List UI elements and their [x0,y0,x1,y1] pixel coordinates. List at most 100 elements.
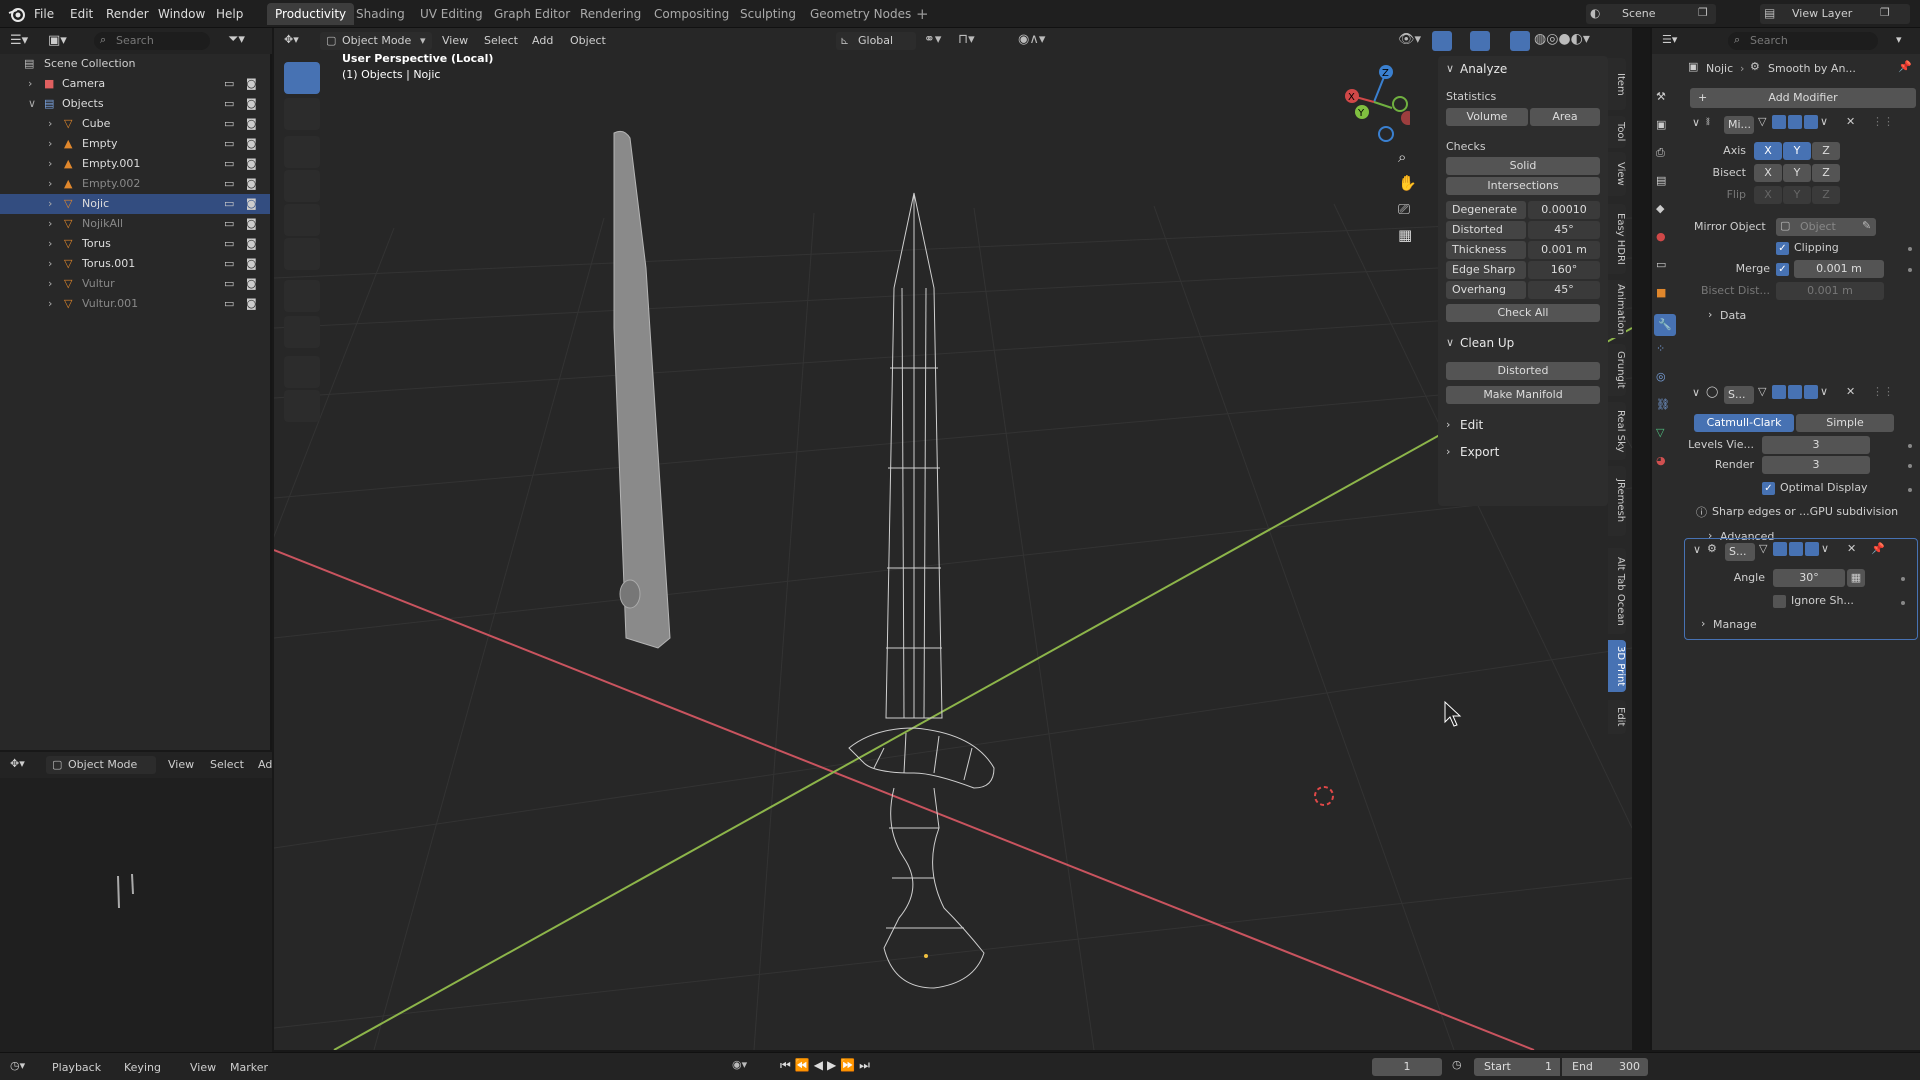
outliner-item[interactable]: › ▲ Empty.002 ▭ ◙ [0,174,270,194]
collapse-chevron-icon[interactable]: ∨ [1692,386,1700,399]
keyframe-dot[interactable] [1908,444,1912,448]
select-tool-icon[interactable] [284,62,320,94]
viewport-toggle-icon[interactable] [1789,542,1803,556]
drag-handle-icon[interactable]: ⋮⋮ [1872,115,1894,128]
visibility-icon[interactable]: ▭ [224,234,234,254]
collapse-chevron-icon[interactable]: ∨ [1692,116,1700,129]
expand-chevron-icon[interactable]: › [48,154,52,174]
export-chevron-icon[interactable]: › [1446,445,1450,458]
outliner-item[interactable]: › ▲ Empty ▭ ◙ [0,134,270,154]
outliner-search-input[interactable]: Search [116,34,154,47]
edit-cage-icon[interactable]: ▽ [1758,385,1766,398]
expand-chevron-icon[interactable]: › [48,194,52,214]
overlay-toggle-icon[interactable] [1470,31,1490,51]
view-layer-selector[interactable]: ▤ View Layer ❐ [1760,4,1910,24]
expand-chevron-icon[interactable]: ∨ [28,94,36,114]
render-toggle-icon[interactable] [1804,385,1818,399]
expand-chevron-icon[interactable]: › [28,74,32,94]
timeline-menu-playback[interactable]: Playback [52,1061,101,1074]
smooth-name-field[interactable]: S... [1725,543,1755,561]
tab-compositing[interactable]: Compositing [646,3,737,25]
ignore-sharpness-checkbox[interactable] [1773,595,1786,608]
modifier-tab-icon[interactable]: 🔧 [1654,314,1676,336]
render-visibility-icon[interactable]: ◙ [246,294,257,314]
expand-chevron-icon[interactable]: › [48,234,52,254]
render-visibility-icon[interactable]: ◙ [246,274,257,294]
view-layer-tab-icon[interactable]: ▤ [1656,174,1674,192]
pan-hand-icon[interactable]: ✋ [1398,174,1417,192]
outliner-scene-collection[interactable]: ▤ Scene Collection [0,54,270,74]
visibility-icon[interactable]: ▭ [224,154,234,174]
display-mode-icon[interactable]: ▣▾ [48,33,67,48]
mini-menu-add[interactable]: Ad [258,758,272,771]
mini-menu-view[interactable]: View [168,758,194,771]
edit-cage-icon[interactable]: ▽ [1759,542,1767,555]
check-distorted-button[interactable]: Distorted [1446,221,1526,239]
outliner-item[interactable]: › ▽ Torus ▭ ◙ [0,234,270,254]
tab-rendering[interactable]: Rendering [572,3,649,25]
sidebar-tab-3d-print[interactable]: 3D Print [1608,640,1626,692]
preview-range-icon[interactable]: ◷ [1452,1058,1462,1071]
expand-chevron-icon[interactable]: › [1701,617,1705,630]
bisect-x-toggle[interactable]: X [1754,164,1782,182]
render-toggle-icon[interactable] [1804,115,1818,129]
menu-help[interactable]: Help [210,4,249,24]
keyframe-dot[interactable] [1908,464,1912,468]
render-levels-field[interactable]: 3 [1762,456,1870,474]
navigation-gizmo[interactable]: Z X Y [1340,62,1410,142]
pin-icon[interactable]: 📌 [1871,542,1885,555]
particles-tab-icon[interactable]: ⁘ [1656,342,1674,360]
keyframe-dot[interactable] [1908,488,1912,492]
visibility-icon[interactable]: ▭ [224,194,234,214]
pivot-icon[interactable]: ⚭▾ [924,32,941,47]
physics-tab-icon[interactable]: ◎ [1656,370,1674,388]
move-tool-icon[interactable] [284,136,320,168]
sidebar-tab-jremesh[interactable]: JRemesh [1608,466,1626,536]
expand-chevron-icon[interactable]: › [48,114,52,134]
expand-chevron-icon[interactable]: › [48,254,52,274]
end-frame-field[interactable]: End 300 [1562,1058,1648,1076]
drag-handle-icon[interactable]: ⋮⋮ [1872,385,1894,398]
levels-viewport-field[interactable]: 3 [1762,436,1870,454]
volume-button[interactable]: Volume [1446,108,1528,126]
keyframe-dot[interactable] [1901,577,1905,581]
start-frame-field[interactable]: Start 1 [1474,1058,1560,1076]
sidebar-tab-easy-hdri[interactable]: Easy HDRI [1608,204,1626,274]
visibility-icon[interactable]: ▭ [224,174,234,194]
dropdown-chevron-icon[interactable]: ∨ [1820,115,1828,128]
check-thickness-value[interactable]: 0.001 m [1528,241,1600,259]
rotate-tool-icon[interactable] [284,170,320,202]
copy-scene-icon[interactable]: ❐ [1698,6,1708,19]
render-visibility-icon[interactable]: ◙ [246,254,257,274]
eyedropper-icon[interactable]: ✎ [1862,219,1871,232]
proportional-edit-icon[interactable]: ◉∧▾ [1018,32,1045,47]
annotate-tool-icon[interactable] [284,280,320,312]
visibility-icon[interactable]: ▭ [224,274,234,294]
sidebar-tab-tool[interactable]: Tool [1608,116,1626,148]
timeline-editor-icon[interactable]: ◷▾ [10,1059,25,1072]
cleanup-title[interactable]: Clean Up [1460,336,1514,350]
editmode-toggle-icon[interactable] [1772,385,1786,399]
data-tab-icon[interactable]: ▽ [1656,426,1674,444]
menu-file[interactable]: File [28,4,60,24]
cleanup-chevron-icon[interactable]: ∨ [1446,336,1454,349]
optimal-display-checkbox[interactable]: ✓ [1762,482,1775,495]
expand-chevron-icon[interactable]: › [1708,308,1712,321]
intersections-button[interactable]: Intersections [1446,177,1600,195]
merge-checkbox[interactable]: ✓ [1776,263,1789,276]
outliner-search[interactable]: ⌕ Search [94,32,210,50]
modifier-toggles[interactable]: ▽ ∨ [1758,385,1838,403]
visibility-icon[interactable]: ▭ [224,134,234,154]
flip-x-toggle[interactable]: X [1754,186,1782,204]
modifier-toggles[interactable]: ▽ ∨ [1759,542,1839,560]
tab-geometry-nodes[interactable]: Geometry Nodes [802,3,919,25]
render-visibility-icon[interactable]: ◙ [246,174,257,194]
collection-tab-icon[interactable]: ▭ [1656,258,1674,276]
outliner-item[interactable]: › ■ Camera ▭ ◙ [0,74,270,94]
filter-icon[interactable]: ⏷▾ [228,32,245,47]
sidebar-tab-real-sky[interactable]: Real Sky [1608,402,1626,460]
mirror-name-field[interactable]: Mi... [1724,116,1754,134]
tab-shading[interactable]: Shading [348,3,413,25]
mirror-object-field[interactable]: Object [1776,218,1876,236]
expand-chevron-icon[interactable]: › [48,214,52,234]
